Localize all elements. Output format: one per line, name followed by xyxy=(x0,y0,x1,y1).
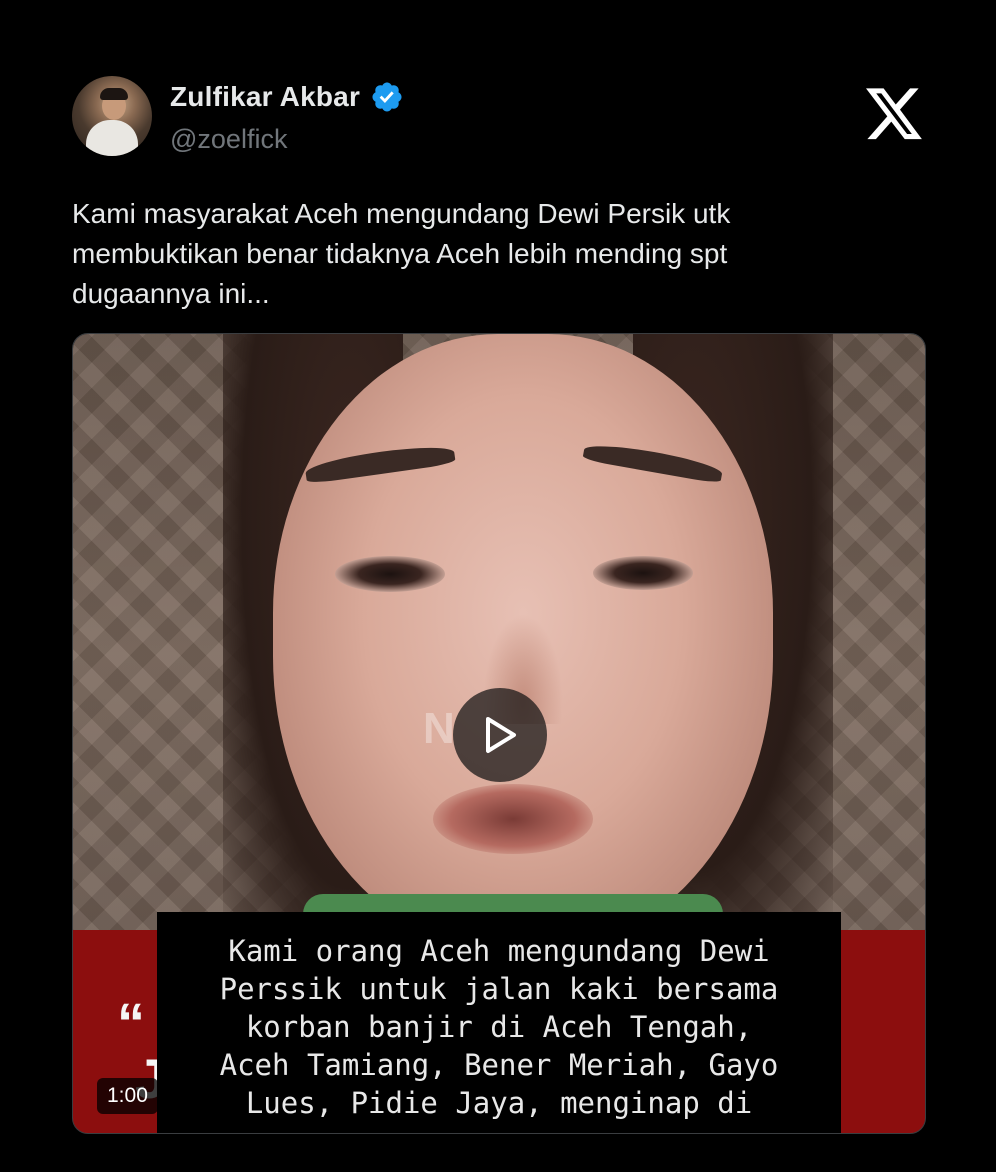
video-duration: 1:00 xyxy=(97,1078,158,1114)
author-display-name[interactable]: Zulfikar Akbar xyxy=(170,81,360,113)
video-player[interactable]: N “ J Kami orang Aceh mengundang Dewi Pe… xyxy=(72,333,926,1134)
play-button[interactable] xyxy=(453,688,547,782)
x-logo-icon[interactable] xyxy=(866,88,924,142)
caption-line: Perssik untuk jalan kaki bersama xyxy=(219,972,779,1006)
caption-line: Kami orang Aceh mengundang Dewi xyxy=(228,934,770,968)
avatar[interactable] xyxy=(72,76,152,156)
tweet-text: Kami masyarakat Aceh mengundang Dewi Per… xyxy=(72,198,731,309)
author-name-row: Zulfikar Akbar xyxy=(170,80,404,114)
video-caption: Kami orang Aceh mengundang Dewi Perssik … xyxy=(157,912,841,1133)
verified-badge-icon xyxy=(372,82,402,112)
tweet-card: Zulfikar Akbar @zoelfick Kami masyarakat… xyxy=(0,0,996,1172)
play-icon xyxy=(486,717,516,753)
caption-line: korban banjir di Aceh Tengah, xyxy=(245,1010,753,1044)
video-watermark: N xyxy=(423,704,455,753)
caption-line: Aceh Tamiang, Bener Meriah, Gayo xyxy=(219,1048,779,1082)
caption-line: Lues, Pidie Jaya, menginap di xyxy=(245,1086,753,1120)
author-handle[interactable]: @zoelfick xyxy=(170,124,287,155)
